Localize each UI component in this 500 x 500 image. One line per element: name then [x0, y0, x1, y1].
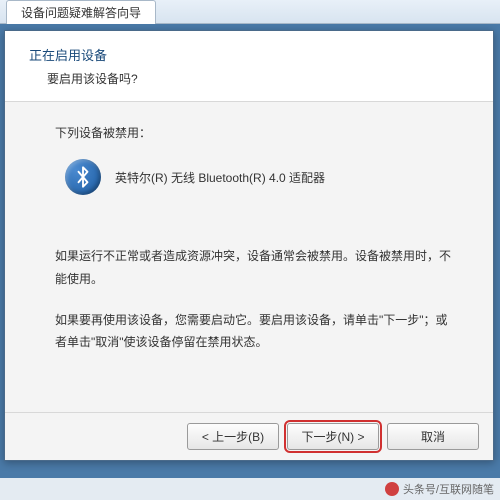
- back-button[interactable]: < 上一步(B): [187, 423, 279, 450]
- device-row: 英特尔(R) 无线 Bluetooth(R) 4.0 适配器: [65, 159, 459, 195]
- info-paragraph-2: 如果要再使用该设备，您需要启动它。要启用该设备，请单击"下一步"；或者单击"取消…: [55, 309, 459, 355]
- page-subtitle: 要启用该设备吗?: [47, 70, 469, 87]
- info-paragraph-1: 如果运行不正常或者造成资源冲突，设备通常会被禁用。设备被禁用时，不能使用。: [55, 245, 459, 291]
- wizard-window: 正在启用设备 要启用该设备吗? 下列设备被禁用： 英特尔(R) 无线 Bluet…: [4, 30, 494, 461]
- watermark-icon: [385, 482, 399, 496]
- wizard-content: 下列设备被禁用： 英特尔(R) 无线 Bluetooth(R) 4.0 适配器 …: [5, 102, 493, 412]
- tab-bar: 设备问题疑难解答向导: [0, 0, 500, 24]
- page-title: 正在启用设备: [29, 45, 469, 64]
- watermark-text: 头条号/互联网随笔: [403, 481, 494, 497]
- cancel-button[interactable]: 取消: [387, 423, 479, 450]
- next-button[interactable]: 下一步(N) >: [287, 423, 379, 450]
- disabled-devices-label: 下列设备被禁用：: [55, 124, 459, 141]
- button-bar: < 上一步(B) 下一步(N) > 取消: [5, 412, 493, 460]
- device-name: 英特尔(R) 无线 Bluetooth(R) 4.0 适配器: [115, 169, 325, 186]
- bluetooth-icon: [65, 159, 101, 195]
- wizard-header: 正在启用设备 要启用该设备吗?: [5, 31, 493, 102]
- watermark-footer: 头条号/互联网随笔: [0, 478, 500, 500]
- tab-title[interactable]: 设备问题疑难解答向导: [6, 0, 156, 24]
